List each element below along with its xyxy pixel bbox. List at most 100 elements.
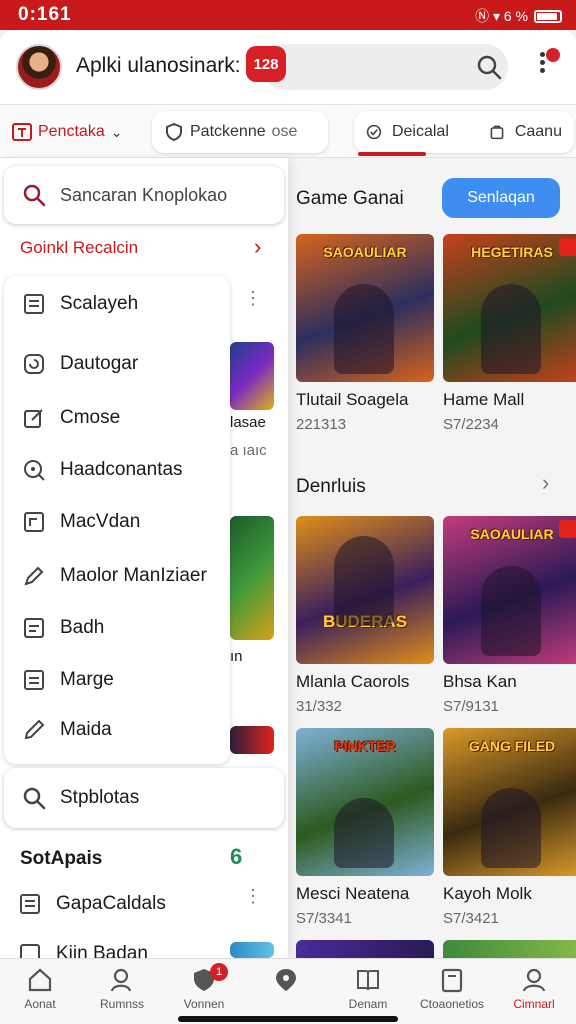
nav-badge: 1 bbox=[210, 963, 228, 981]
menu-item-haadconantas[interactable]: Haadconantas bbox=[22, 458, 183, 482]
signal-indicators: Ⓝ ▾ 6 % bbox=[475, 8, 528, 24]
menu-item-label: Maida bbox=[60, 719, 112, 740]
avatar[interactable] bbox=[16, 44, 62, 90]
doc-icon bbox=[20, 944, 40, 958]
tab-label: Deicalal bbox=[391, 123, 449, 140]
game-name: Mesci Neatena bbox=[296, 884, 410, 903]
section-title-games: Game Ganai bbox=[296, 188, 404, 209]
check-circle-icon bbox=[366, 124, 382, 140]
search-placeholder: Sancaran Knoplokao bbox=[60, 184, 228, 205]
location-icon bbox=[276, 969, 296, 991]
game-card[interactable]: GANG FILED Kayoh Molk S7/3421 bbox=[443, 728, 576, 927]
drawer-subheading: SotApais bbox=[20, 848, 103, 869]
tab-penctaka[interactable]: Penctaka ⌄ bbox=[12, 105, 122, 159]
chevron-down-icon: ⌄ bbox=[110, 123, 123, 140]
game-name: Bhsa Kan bbox=[443, 672, 517, 691]
game-name: Kayoh Molk bbox=[443, 884, 532, 903]
game-card[interactable]: HEGETIRAS Hame Mall S7/2234 bbox=[443, 234, 576, 433]
game-price: 31/332 bbox=[296, 698, 342, 715]
menu-item-cmose[interactable]: Cmose bbox=[22, 406, 120, 430]
game-card[interactable]: BUDERAS Mlanla Caorols 31/332 bbox=[296, 516, 434, 715]
menu-alert-dot bbox=[546, 48, 560, 62]
nav-item-ctoaonetios[interactable]: Ctoaonetios bbox=[412, 967, 492, 1011]
game-card[interactable]: SAOAULIAR Bhsa Kan S7/9131 bbox=[443, 516, 576, 715]
menu-item-label: Scalayeh bbox=[60, 293, 139, 314]
tab-deicalal[interactable]: Deicalal Caanu bbox=[354, 111, 574, 153]
home-indicator[interactable] bbox=[178, 1016, 398, 1022]
game-thumbnail[interactable]: SAOAULIAR bbox=[443, 516, 576, 664]
chevron-right-icon[interactable]: › bbox=[254, 234, 261, 260]
partial-thumbnail[interactable] bbox=[230, 726, 274, 754]
game-thumbnail[interactable]: SAOAULIAR bbox=[296, 234, 434, 382]
menu-item-kiin-badan[interactable]: Kiin Badan bbox=[18, 942, 148, 958]
see-all-button[interactable]: Senlaqan bbox=[442, 178, 560, 218]
menu-item-marge[interactable]: Marge bbox=[22, 668, 114, 692]
game-thumbnail[interactable]: HEGETIRAS bbox=[443, 234, 576, 382]
nav-item-location[interactable] bbox=[246, 967, 326, 997]
battery-icon bbox=[534, 9, 562, 23]
shield-icon bbox=[166, 122, 182, 142]
user-search-icon bbox=[110, 968, 132, 992]
drawer-footer-search[interactable]: Stpblotas bbox=[4, 768, 284, 828]
menu-item-gapacaldals[interactable]: GapaCaldals bbox=[18, 892, 166, 916]
game-name: Tlutail Soagela bbox=[296, 390, 409, 409]
sale-badge bbox=[559, 520, 576, 538]
chevron-right-icon[interactable]: › bbox=[542, 470, 549, 496]
notification-count-badge[interactable]: 128 bbox=[246, 46, 286, 82]
zoom-icon bbox=[24, 460, 45, 481]
status-time: 0:161 bbox=[18, 4, 72, 25]
book-icon bbox=[357, 970, 379, 991]
tab-patckenne[interactable]: Patckenne ose bbox=[152, 111, 328, 153]
nav-item-denam[interactable]: Denam bbox=[328, 967, 408, 1011]
doc-icon bbox=[24, 670, 44, 690]
game-thumbnail[interactable]: PINKTER bbox=[296, 728, 434, 876]
menu-item-label: Kiin Badan bbox=[56, 943, 148, 958]
game-card[interactable]: SAOAULIAR Tlutail Soagela 221313 bbox=[296, 234, 434, 433]
thumbnail-title: HEGETIRAS bbox=[471, 244, 553, 260]
grid-icon bbox=[20, 894, 40, 914]
search-icon bbox=[23, 787, 46, 810]
game-price: S7/2234 bbox=[443, 416, 499, 433]
drawer-section-label[interactable]: Goinkl Recalcin bbox=[20, 238, 138, 258]
partial-thumbnail[interactable] bbox=[230, 516, 274, 640]
tab-label: Caanu bbox=[514, 123, 562, 140]
game-thumbnail[interactable] bbox=[296, 940, 434, 958]
category-tabs: Penctaka ⌄ Patckenne ose Deicalal Caanu bbox=[0, 104, 576, 158]
drawer-search-input[interactable]: Sancaran Knoplokao bbox=[4, 166, 284, 224]
thumbnail-title: SAOAULIAR bbox=[323, 244, 407, 260]
menu-item-macvdan[interactable]: MacVdan bbox=[22, 510, 140, 534]
partial-thumbnail[interactable] bbox=[230, 342, 274, 410]
game-card[interactable]: PINKTER Mesci Neatena S7/3341 bbox=[296, 728, 434, 927]
menu-item-scalayeh[interactable]: Scalayeh bbox=[22, 292, 138, 316]
partial-card-text: lasae bbox=[230, 414, 266, 431]
more-options-icon[interactable]: ⋮ bbox=[244, 289, 262, 307]
menu-item-dautogar[interactable]: Dautogar bbox=[22, 352, 138, 376]
nav-item-aonat[interactable]: Aonat bbox=[0, 967, 80, 1011]
game-name: Mlanla Caorols bbox=[296, 672, 410, 691]
nav-item-cimnarl[interactable]: Cimnarl bbox=[494, 967, 574, 1011]
header-search-bar[interactable] bbox=[262, 44, 508, 90]
game-thumbnail[interactable]: GANG FILED bbox=[443, 728, 576, 876]
more-options-icon[interactable]: ⋮ bbox=[244, 887, 262, 905]
bag-icon bbox=[490, 125, 504, 140]
search-icon[interactable] bbox=[476, 54, 502, 80]
menu-item-maolor-manizaier[interactable]: Maolor ManIziaer bbox=[22, 564, 207, 588]
menu-item-badh[interactable]: Badh bbox=[22, 616, 104, 640]
menu-item-label: Cmose bbox=[60, 407, 121, 428]
sale-badge bbox=[559, 238, 576, 256]
menu-item-label: Badh bbox=[60, 617, 105, 638]
game-price: S7/3341 bbox=[296, 910, 352, 927]
page-title: Aplki ulanosinark: bbox=[76, 54, 241, 77]
game-thumbnail[interactable] bbox=[443, 940, 576, 958]
partial-thumbnail[interactable] bbox=[230, 942, 274, 958]
menu-item-label: MacVdan bbox=[60, 511, 141, 532]
menu-item-maida[interactable]: Maida bbox=[22, 718, 112, 742]
nav-label: Cimnarl bbox=[513, 997, 555, 1011]
menu-item-label: Dautogar bbox=[60, 353, 139, 374]
game-thumbnail[interactable]: BUDERAS bbox=[296, 516, 434, 664]
nav-item-vonnen[interactable]: 1 Vonnen bbox=[164, 963, 244, 1011]
search-icon bbox=[23, 184, 46, 207]
nav-item-rumnss[interactable]: Rumnss bbox=[82, 967, 162, 1011]
partial-card-text: 6 bbox=[230, 844, 243, 869]
pen-icon bbox=[24, 719, 45, 740]
